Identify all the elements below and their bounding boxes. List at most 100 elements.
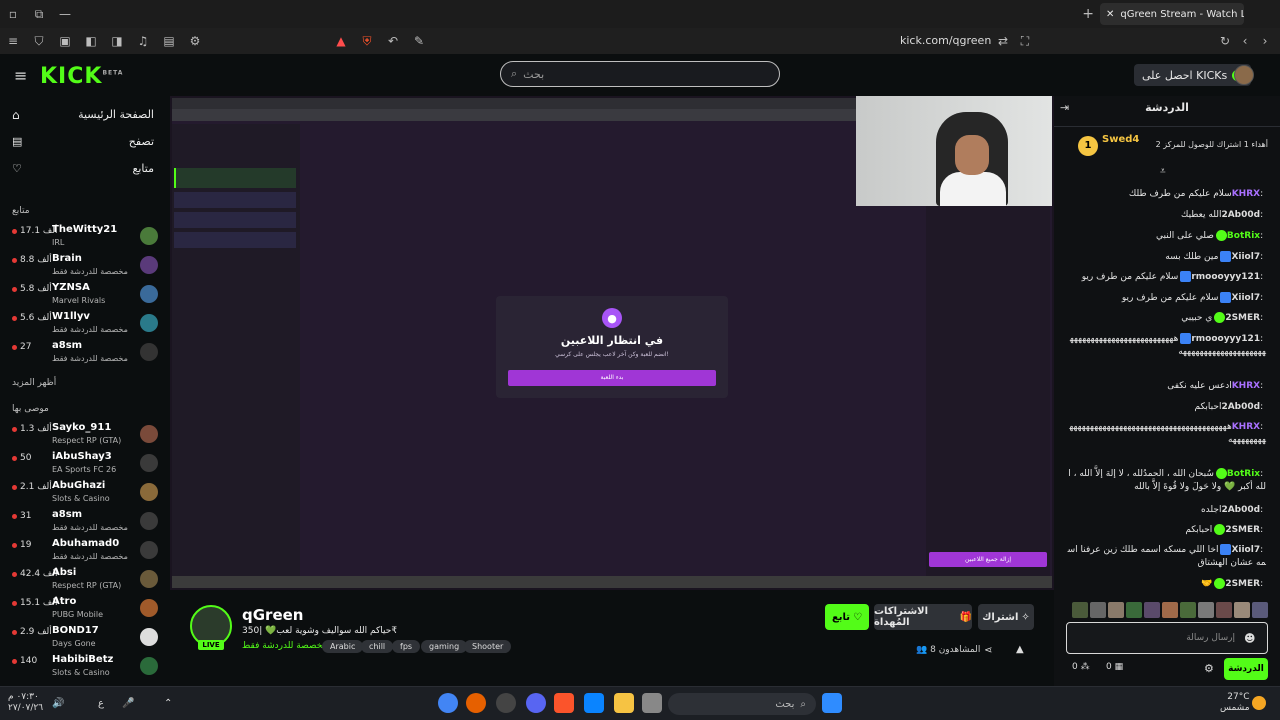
chat-username[interactable]: 2SMER <box>1225 579 1260 589</box>
panel-icon[interactable]: ◨ <box>104 28 130 54</box>
tag-shooter[interactable]: Shooter <box>464 640 512 653</box>
chat-username[interactable]: rmoooyyy121 <box>1191 272 1260 282</box>
tray-chevron-icon[interactable]: ⌃ <box>164 698 172 709</box>
send-chat-button[interactable]: الدردشة <box>1224 658 1268 680</box>
chat-username[interactable]: KHRX <box>1232 381 1260 391</box>
sidebar-channel[interactable]: 27 a8sm مخصصة للدردشة فقط <box>8 340 162 368</box>
taskbar-clock[interactable]: ٠٧:٣٠ م ٢٧/٠٧/٢٦ <box>8 692 43 714</box>
user-avatar[interactable] <box>1234 65 1254 85</box>
sidebar-channel[interactable]: 1.3 ألف Sayko_911 Respect RP (GTA) <box>8 422 162 450</box>
chat-username[interactable]: 2SMER <box>1225 525 1260 535</box>
chat-username[interactable]: KHRX <box>1232 422 1260 432</box>
taskbar-search[interactable]: بحث ⌕ <box>668 693 816 715</box>
tag-fps[interactable]: fps <box>392 640 421 653</box>
sidebar-channel[interactable]: 2.9 ألف BOND17 Days Gone <box>8 625 162 653</box>
tag-chill[interactable]: chill <box>361 640 394 653</box>
sidebar-channel[interactable]: 5.8 ألف YZNSA Marvel Rivals <box>8 282 162 310</box>
music-icon[interactable]: ♫ <box>130 28 156 54</box>
search-input[interactable]: ⌕ بحث <box>500 61 780 87</box>
brave-icon[interactable] <box>554 693 574 713</box>
emote[interactable] <box>1198 602 1214 618</box>
extensions-icon[interactable]: ⚙ <box>182 28 208 54</box>
chat-username[interactable]: BotRix <box>1227 231 1260 241</box>
emote[interactable] <box>1216 602 1232 618</box>
discord-icon[interactable] <box>526 693 546 713</box>
chat-username[interactable]: Xiiol7 <box>1231 293 1260 303</box>
pinned-gift-leader[interactable]: 1 Swed4 أهداء 1 اشتراك للوصول للمركز 2 <box>1068 132 1268 164</box>
emote[interactable] <box>1180 602 1196 618</box>
browser-tab[interactable]: ✕ qGreen Stream - Watch Live o K <box>1100 3 1244 25</box>
wallet2-icon[interactable]: ▤ <box>156 28 182 54</box>
chat-username[interactable]: BotRix <box>1227 469 1260 479</box>
firefox-icon[interactable] <box>466 693 486 713</box>
share-icon[interactable]: ⋖ <box>984 645 992 656</box>
nav-home[interactable]: الصفحة الرئيسية <box>78 108 154 121</box>
rewards-icon[interactable]: ▲ <box>328 28 354 54</box>
chat-username[interactable]: 2Ab00d <box>1221 505 1260 515</box>
kick-logo[interactable]: KICKBETA <box>40 64 123 89</box>
sidebar-channel[interactable]: 15.1 ألف Atro PUBG Mobile <box>8 596 162 624</box>
brave-shield-icon[interactable]: ⛨ <box>354 28 380 54</box>
gift-subs-button[interactable]: الاشتراكات المُهداة 🎁 <box>874 604 972 630</box>
weather-widget[interactable]: 27°C مشمس <box>1220 692 1250 714</box>
share-icon[interactable]: ↶ <box>380 28 406 54</box>
chat-username[interactable]: rmoooyyy121 <box>1191 334 1260 344</box>
streamer-name[interactable]: qGreen <box>242 606 303 624</box>
sidebar-channel[interactable]: 31 a8sm مخصصة للدردشة فقط <box>8 509 162 537</box>
report-icon[interactable]: ▲ <box>1016 644 1024 655</box>
sidebar-channel[interactable]: 8.8 ألف Brain مخصصة للدردشة فقط <box>8 253 162 281</box>
follow-button[interactable]: تابع ♡ <box>825 604 869 630</box>
chat-username[interactable]: 2Ab00d <box>1221 402 1260 412</box>
volume-icon[interactable]: 🔊 <box>52 698 64 709</box>
emoji-icon[interactable]: ☻ <box>1244 632 1255 645</box>
windows-start-icon[interactable] <box>822 693 842 713</box>
chat-username[interactable]: KHRX <box>1232 189 1260 199</box>
emote[interactable] <box>1090 602 1106 618</box>
mic-icon[interactable]: 🎤 <box>122 698 134 709</box>
obs-icon[interactable] <box>496 693 516 713</box>
chat-username[interactable]: 2Ab00d <box>1221 210 1260 220</box>
wallet-icon[interactable]: ▣ <box>52 28 78 54</box>
language-icon[interactable]: ع <box>98 698 104 709</box>
show-more-link[interactable]: أظهر المزيد <box>12 378 56 388</box>
subscribe-button[interactable]: اشتراك ✧ <box>978 604 1034 630</box>
window-restore-icon[interactable]: ⧉ <box>26 1 52 27</box>
sidebar-channel[interactable]: 2.1 ألف AbuGhazi Slots & Casino <box>8 480 162 508</box>
sidebar-channel[interactable]: 140 HabibiBetz Slots & Casino <box>8 654 162 682</box>
chat-settings-icon[interactable]: ⚙ <box>1204 662 1214 675</box>
nav-browse[interactable]: تصفح <box>129 135 154 148</box>
new-tab-icon[interactable]: + <box>1082 6 1094 22</box>
tag-arabic[interactable]: Arabic <box>322 640 364 653</box>
sidebar-channel[interactable]: 50 iAbuShay3 EA Sports FC 26 <box>8 451 162 479</box>
folder-icon[interactable] <box>614 693 634 713</box>
window-menu-icon[interactable]: ▫ <box>0 1 26 27</box>
history-icon[interactable]: ◧ <box>78 28 104 54</box>
emote[interactable] <box>1144 602 1160 618</box>
emote[interactable] <box>1234 602 1250 618</box>
app-icon[interactable] <box>642 693 662 713</box>
chat-username[interactable]: Xiiol7 <box>1231 252 1260 262</box>
expand-icon[interactable]: ⩡ <box>1160 166 1166 177</box>
chat-username[interactable]: 2SMER <box>1225 313 1260 323</box>
sidebar-toggle-icon[interactable]: ≡ <box>0 28 26 54</box>
bookmark-icon[interactable]: ⛶ <box>1012 28 1038 54</box>
address-bar[interactable]: kick.com/qgreen <box>900 34 991 47</box>
store-icon[interactable] <box>584 693 604 713</box>
emote[interactable] <box>1108 602 1124 618</box>
sidebar-channel[interactable]: 42.4 ألف Absi Respect RP (GTA) <box>8 567 162 595</box>
tag-gaming[interactable]: gaming <box>421 640 468 653</box>
emote[interactable] <box>1252 602 1268 618</box>
nav-following[interactable]: متابع <box>133 162 154 175</box>
chat-username[interactable]: Xiiol7 <box>1231 545 1260 555</box>
sidebar-channel[interactable]: 19 Abuhamad0 مخصصة للدردشة فقط <box>8 538 162 566</box>
chrome-icon[interactable] <box>438 693 458 713</box>
points-counter[interactable]: 0 ▦ <box>1106 662 1123 672</box>
shield-icon[interactable]: ⛉ <box>26 28 52 54</box>
emote[interactable] <box>1162 602 1178 618</box>
stream-category[interactable]: مخصصة للدردشة فقط <box>242 641 327 651</box>
emote[interactable] <box>1072 602 1088 618</box>
leo-icon[interactable]: ✎ <box>406 28 432 54</box>
sidebar-channel[interactable]: 5.6 ألف W1llyv مخصصة للدردشة فقط <box>8 311 162 339</box>
chat-input[interactable]: إرسال رسالة <box>1066 622 1268 654</box>
kicks-counter[interactable]: 0 ⁂ <box>1072 662 1090 672</box>
